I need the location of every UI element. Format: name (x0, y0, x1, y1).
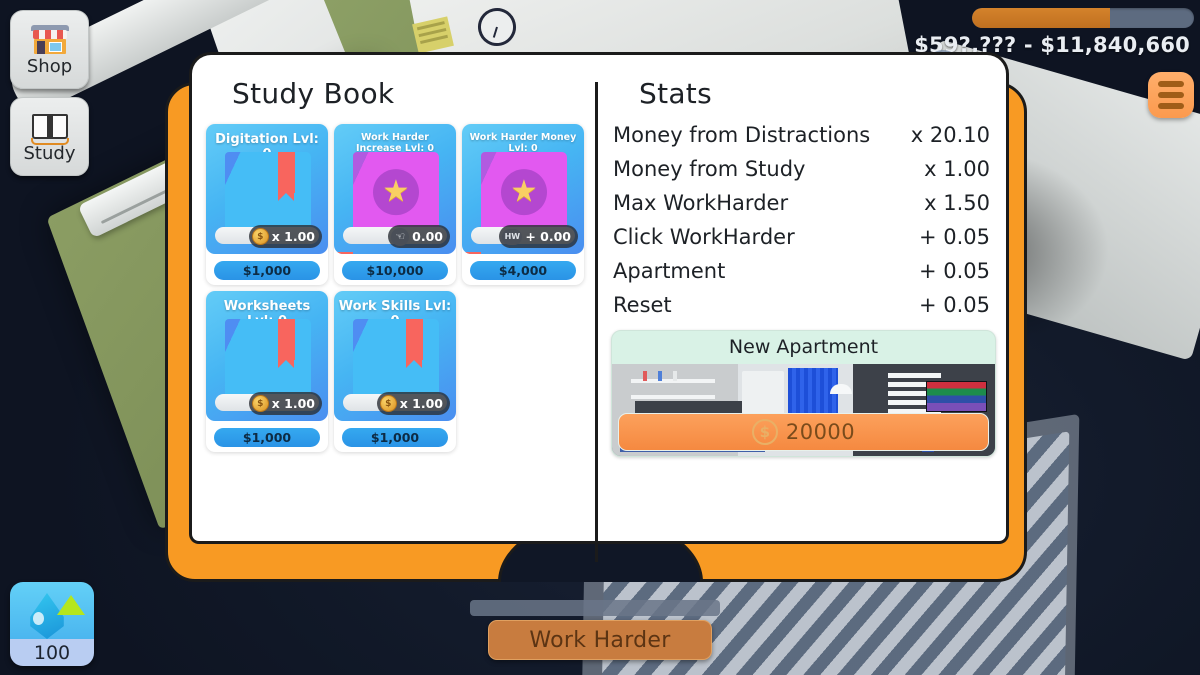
upgrade-card-title: Work Harder Increase Lvl: 0 (355, 132, 435, 154)
sidebar-item-label: Study (23, 143, 76, 164)
sidebar-item-shop[interactable]: Shop (10, 10, 89, 89)
upgrade-card[interactable]: Worksheets Lvl: 0$x 1.00 $1,000 (206, 291, 328, 452)
coin-icon: $ (251, 395, 269, 412)
stat-value: x 20.10 (910, 123, 990, 147)
coin-icon: $ (379, 395, 397, 412)
upgrade-effect-value: x 1.00 (271, 229, 315, 244)
study-book-panel: Study Book Digitation Lvl: 0$x 1.00 $1,00… (165, 52, 1027, 582)
star-badge-icon: ★ (373, 169, 419, 216)
stat-row: Reset + 0.05 (613, 288, 990, 322)
upgrade-buy-button[interactable]: $1,000 (214, 428, 320, 447)
stat-label: Money from Distractions (613, 123, 871, 147)
stat-row: Money from Study x 1.00 (613, 152, 990, 186)
book-spine (595, 82, 598, 562)
bookmark-ribbon-icon (406, 319, 423, 368)
book-right-page: Stats Money from Distractions x 20.10 Mone… (599, 52, 1009, 544)
star-badge-icon: ★ (501, 169, 547, 216)
stat-label: Max WorkHarder (613, 191, 789, 215)
stat-value: x 1.00 (924, 157, 990, 181)
upgrade-effect-badge: ☜ 0.00 (388, 225, 450, 248)
upgrade-effect-value: + 0.00 (525, 229, 571, 244)
coin-icon: $ (751, 419, 778, 445)
storefront-icon (30, 23, 70, 57)
goal-progress-bar (972, 8, 1194, 28)
upgrade-card[interactable]: Work Skills Lvl: 0$x 1.00 $1,000 (334, 291, 456, 452)
bookmark-ribbon-icon (336, 252, 353, 254)
stat-row: Money from Distractions x 20.10 (613, 118, 990, 152)
upgrade-effect-badge: $ x 1.00 (376, 392, 450, 415)
top-hud: $59?,??? - $11,840,660 (894, 8, 1194, 86)
upgrade-buy-button[interactable]: $10,000 (342, 261, 448, 280)
new-apartment-card[interactable]: New Apartment $ 20000 (611, 330, 996, 457)
energy-value: 100 (33, 641, 71, 664)
upgrade-effect-value: x 1.00 (399, 396, 443, 411)
click-cursor-icon: ☜ (391, 227, 410, 246)
open-book-icon (30, 110, 70, 145)
stat-row: Max WorkHarder x 1.50 (613, 186, 990, 220)
upgrade-card-art: Digitation Lvl: 0$x 1.00 (206, 124, 328, 254)
homework-chip-icon: HW (502, 228, 523, 245)
upgrade-effect-value: 0.00 (412, 229, 443, 244)
stat-value: + 0.05 (918, 293, 990, 317)
apartment-title: New Apartment (728, 336, 879, 358)
page-title: Study Book (232, 77, 395, 110)
upgrade-buy-button[interactable]: $4,000 (470, 261, 576, 280)
upgrade-card-art: Work Harder Money Lvl: 0 ★ HW + 0.00 (462, 124, 584, 254)
book-icon: ★ (481, 152, 567, 236)
stat-label: Click WorkHarder (613, 225, 795, 249)
upgrade-card[interactable]: Work Harder Money Lvl: 0 ★ HW + 0.00 $4,000 (462, 124, 584, 285)
stats-list: Money from Distractions x 20.10 Money from… (599, 110, 1006, 322)
stat-row: Click WorkHarder + 0.05 (613, 220, 990, 254)
upgrade-card-art: Work Skills Lvl: 0$x 1.00 (334, 291, 456, 421)
upgrade-effect-badge: $ x 1.00 (248, 392, 322, 415)
sidebar-item-study[interactable]: Study (10, 97, 89, 176)
stat-value: + 0.05 (918, 225, 990, 249)
energy-widget[interactable]: 100 (10, 582, 94, 666)
apartment-preview-image: $ 20000 (612, 364, 995, 456)
hamburger-menu-icon[interactable] (1148, 72, 1194, 118)
work-harder-shelf (470, 600, 720, 616)
stat-row: Apartment + 0.05 (613, 254, 990, 288)
stat-label: Apartment (613, 259, 726, 283)
book-icon (353, 319, 439, 403)
book-icon (225, 152, 311, 236)
apartment-buy-button[interactable]: $ 20000 (618, 413, 989, 451)
apartment-price: 20000 (785, 420, 856, 444)
upgrade-card-title: Work Harder Money Lvl: 0 (469, 132, 577, 154)
upgrade-effect-badge: $ x 1.00 (248, 225, 322, 248)
stat-value: x 1.50 (924, 191, 990, 215)
upgrade-card-art: Worksheets Lvl: 0$x 1.00 (206, 291, 328, 421)
upgrade-card[interactable]: Digitation Lvl: 0$x 1.00 $1,000 (206, 124, 328, 285)
work-harder-button[interactable]: Work Harder (488, 620, 712, 660)
green-triangle-icon (57, 595, 85, 615)
stat-value: + 0.05 (918, 259, 990, 283)
upgrade-effect-badge: HW + 0.00 (499, 225, 578, 248)
upgrade-buy-button[interactable]: $1,000 (214, 261, 320, 280)
book-left-page: Study Book Digitation Lvl: 0$x 1.00 $1,00… (189, 52, 599, 544)
upgrade-effect-value: x 1.00 (271, 396, 315, 411)
upgrade-card[interactable]: Work Harder Increase Lvl: 0 ★ ☜ 0.00 $10,000 (334, 124, 456, 285)
sidebar-item-label: Shop (26, 56, 73, 77)
page-title: Stats (639, 77, 712, 110)
bookmark-ribbon-icon (278, 152, 295, 201)
bookmark-ribbon-icon (278, 319, 295, 368)
upgrade-card-art: Work Harder Increase Lvl: 0 ★ ☜ 0.00 (334, 124, 456, 254)
stat-label: Reset (613, 293, 672, 317)
bookmark-ribbon-icon (464, 252, 481, 254)
upgrade-card-grid: Digitation Lvl: 0$x 1.00 $1,000 Work Harde… (192, 110, 599, 452)
upgrade-buy-button[interactable]: $1,000 (342, 428, 448, 447)
book-icon (225, 319, 311, 403)
book-icon: ★ (353, 152, 439, 236)
stat-label: Money from Study (613, 157, 806, 181)
goal-progress-fill (972, 8, 1110, 28)
coin-icon: $ (251, 228, 269, 245)
